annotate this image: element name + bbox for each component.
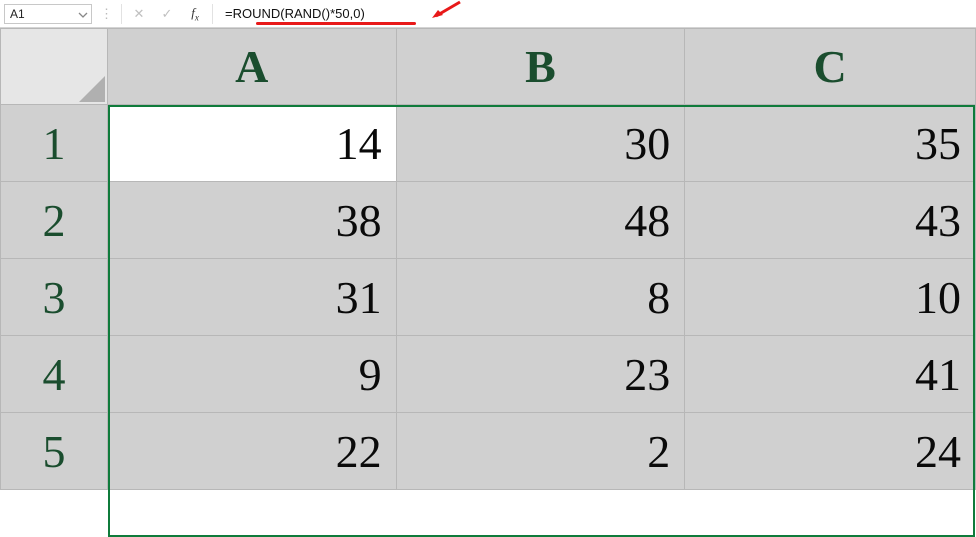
annotation-underline <box>256 22 416 25</box>
row-label: 1 <box>42 118 65 169</box>
cell-value: 14 <box>336 118 382 169</box>
cell-b1[interactable]: 30 <box>396 105 685 182</box>
row-label: 5 <box>42 426 65 477</box>
fx-button[interactable]: fx <box>184 3 206 25</box>
cell-value: 24 <box>915 426 961 477</box>
fx-label: fx <box>191 5 199 23</box>
check-icon: ✓ <box>162 6 173 22</box>
cell-value: 48 <box>624 195 670 246</box>
column-header-b[interactable]: B <box>396 29 685 105</box>
column-label: A <box>235 41 268 92</box>
enter-button[interactable]: ✓ <box>156 3 178 25</box>
cell-value: 23 <box>624 349 670 400</box>
cell-b4[interactable]: 23 <box>396 336 685 413</box>
cell-value: 10 <box>915 272 961 323</box>
spreadsheet: A B C 1 14 30 35 2 38 48 43 3 31 8 10 4 … <box>0 28 976 490</box>
cell-value: 2 <box>647 426 670 477</box>
grid[interactable]: A B C 1 14 30 35 2 38 48 43 3 31 8 10 4 … <box>0 28 976 490</box>
name-box-value: A1 <box>10 7 25 21</box>
column-label: B <box>525 41 556 92</box>
row-header-1[interactable]: 1 <box>1 105 108 182</box>
cell-a1[interactable]: 14 <box>107 105 396 182</box>
formula-bar: A1 ⋮ ✕ ✓ fx <box>0 0 976 28</box>
row-header-5[interactable]: 5 <box>1 413 108 490</box>
cell-b3[interactable]: 8 <box>396 259 685 336</box>
name-box[interactable]: A1 <box>4 4 92 24</box>
chevron-down-icon[interactable] <box>78 9 88 23</box>
cell-a4[interactable]: 9 <box>107 336 396 413</box>
cell-c1[interactable]: 35 <box>685 105 976 182</box>
row-header-3[interactable]: 3 <box>1 259 108 336</box>
cell-a3[interactable]: 31 <box>107 259 396 336</box>
row-label: 3 <box>42 272 65 323</box>
cell-value: 41 <box>915 349 961 400</box>
row-label: 2 <box>42 195 65 246</box>
cancel-button[interactable]: ✕ <box>128 3 150 25</box>
cell-b2[interactable]: 48 <box>396 182 685 259</box>
cell-value: 8 <box>647 272 670 323</box>
column-label: C <box>814 41 847 92</box>
cell-value: 43 <box>915 195 961 246</box>
cell-value: 22 <box>336 426 382 477</box>
cell-c3[interactable]: 10 <box>685 259 976 336</box>
cell-c2[interactable]: 43 <box>685 182 976 259</box>
vertical-dots-icon[interactable]: ⋮ <box>98 6 115 22</box>
cell-c4[interactable]: 41 <box>685 336 976 413</box>
cell-value: 35 <box>915 118 961 169</box>
cancel-icon: ✕ <box>134 6 145 22</box>
cell-value: 30 <box>624 118 670 169</box>
cell-a5[interactable]: 22 <box>107 413 396 490</box>
separator <box>121 4 122 24</box>
row-header-2[interactable]: 2 <box>1 182 108 259</box>
cell-value: 31 <box>336 272 382 323</box>
cell-c5[interactable]: 24 <box>685 413 976 490</box>
cell-value: 9 <box>359 349 382 400</box>
column-header-c[interactable]: C <box>685 29 976 105</box>
row-header-4[interactable]: 4 <box>1 336 108 413</box>
cell-a2[interactable]: 38 <box>107 182 396 259</box>
select-all-corner[interactable] <box>1 29 108 105</box>
separator <box>212 4 213 24</box>
column-header-a[interactable]: A <box>107 29 396 105</box>
cell-value: 38 <box>336 195 382 246</box>
row-label: 4 <box>42 349 65 400</box>
cell-b5[interactable]: 2 <box>396 413 685 490</box>
